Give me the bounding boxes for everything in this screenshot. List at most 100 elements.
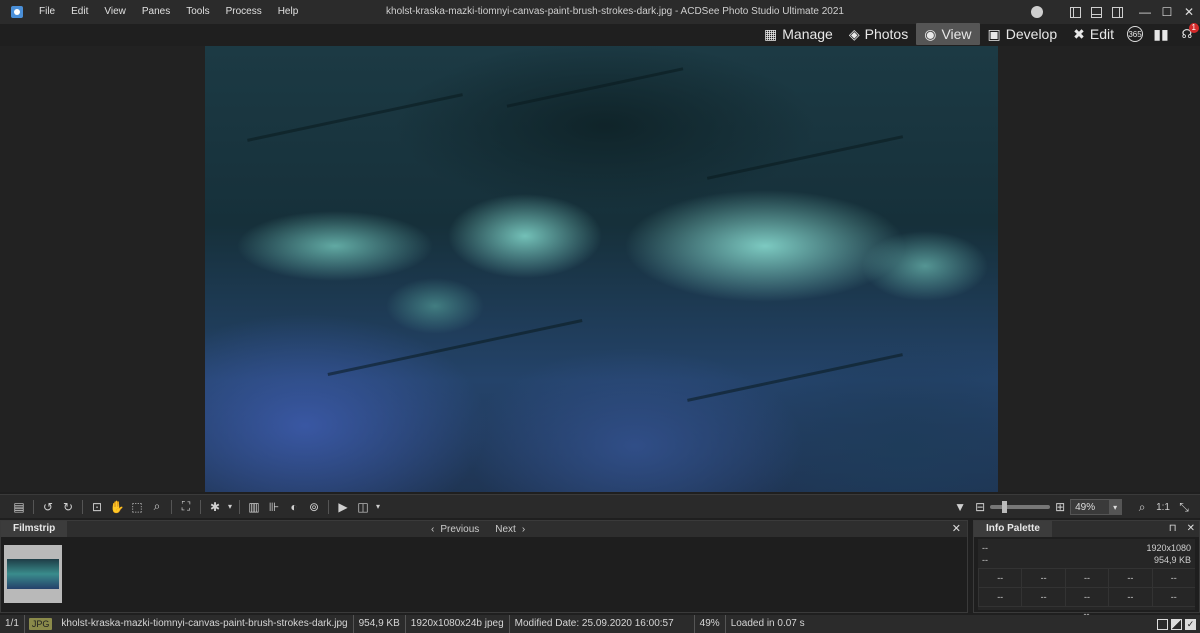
status-filesize: 954,9 KB (354, 615, 406, 633)
acdsee-365-icon: 365 (1127, 26, 1143, 42)
zoom-preset-icon[interactable]: ▼ (951, 498, 969, 516)
eye-icon: ◉ (924, 25, 937, 42)
window-controls: — ☐ ✕ (1031, 0, 1200, 24)
paint-stroke (327, 319, 583, 376)
mode-develop[interactable]: ▣ Develop (980, 23, 1066, 45)
previous-button[interactable]: Previous (440, 524, 479, 535)
pin-icon[interactable]: ⊓ (1169, 521, 1177, 537)
info-palette-content: -- 1920x1080 -- 954,9 KB -- -- -- -- -- … (978, 539, 1195, 619)
chevron-down-icon[interactable]: ▾ (1109, 500, 1122, 514)
bar-chart-icon: ▮▮ (1153, 25, 1169, 42)
title-bar: File Edit View Panes Tools Process Help … (0, 0, 1200, 24)
fit-to-window-icon[interactable]: ⤡ (1175, 498, 1193, 516)
displayed-photo[interactable] (205, 46, 998, 492)
menu-process[interactable]: Process (218, 0, 270, 24)
paint-stroke (706, 135, 904, 180)
settings-gear-icon[interactable]: ✱ (206, 498, 224, 516)
info-cell: -- (1151, 568, 1195, 587)
info-palette-close-button[interactable]: ✕ (1187, 521, 1195, 537)
filmstrip-pane: Filmstrip ‹ Previous Next › ✕ (0, 520, 968, 613)
mode-edit[interactable]: ✖ Edit (1065, 23, 1122, 45)
filmstrip-close-button[interactable]: ✕ (952, 521, 961, 537)
menu-bar: File Edit View Panes Tools Process Help (31, 0, 306, 24)
color-wheel-icon[interactable]: ◐ (285, 498, 303, 516)
maximize-button[interactable]: ☐ (1156, 0, 1178, 24)
filmstrip-header: Filmstrip ‹ Previous Next › ✕ (1, 521, 967, 537)
layout-bottom-pane-icon[interactable] (1091, 6, 1102, 18)
info-palette-pane: Info Palette ⊓ ✕ -- 1920x1080 -- 954,9 K… (973, 520, 1200, 619)
toolbar-divider (171, 499, 172, 514)
info-palette-tab[interactable]: Info Palette (974, 521, 1052, 537)
zoom-level-select[interactable]: 49% ▾ (1070, 499, 1123, 515)
mode-view[interactable]: ◉ View (916, 23, 980, 45)
filmstrip-tab[interactable]: Filmstrip (1, 521, 68, 537)
zoom-slider-thumb[interactable] (1002, 501, 1008, 513)
mode-photos-label: Photos (864, 26, 909, 42)
zoom-out-icon[interactable]: ⊟ (974, 498, 986, 516)
menu-view[interactable]: View (96, 0, 134, 24)
chevron-down-icon[interactable]: ▾ (226, 498, 234, 516)
magnifier-icon[interactable]: ⌕ (1133, 498, 1151, 516)
minimize-button[interactable]: — (1134, 0, 1156, 24)
next-button[interactable]: Next (495, 524, 516, 535)
layers-icon[interactable]: ◫ (354, 498, 372, 516)
app-logo-icon[interactable] (11, 6, 23, 18)
info-field-left: -- (982, 555, 988, 565)
save-icon[interactable]: ▤ (10, 498, 28, 516)
menu-help[interactable]: Help (270, 0, 307, 24)
menu-edit[interactable]: Edit (63, 0, 96, 24)
menu-tools[interactable]: Tools (178, 0, 217, 24)
close-button[interactable]: ✕ (1178, 0, 1200, 24)
filmstrip-thumbnail[interactable] (4, 545, 62, 603)
actual-size-button[interactable]: 1:1 (1156, 498, 1170, 516)
photos-icon: ◈ (848, 25, 860, 42)
view-mode-check-icon[interactable]: ✓ (1185, 618, 1196, 630)
view-mode-normal-icon[interactable] (1157, 618, 1168, 630)
layout-left-pane-icon[interactable] (1070, 6, 1081, 18)
info-cell: -- (1021, 587, 1065, 606)
image-viewer[interactable] (0, 46, 1200, 492)
viewer-toolbar: ▤ ↺ ↻ ⊡ ✋ ⬚ ⌕ ⛶ ✱ ▾ ▥ ⊪ ◐ ⊚ ▶ ◫ ▾ ▼ ⊟ ⊞ … (0, 494, 1200, 518)
chevron-right-icon[interactable]: › (522, 524, 525, 535)
select-icon[interactable]: ⬚ (128, 498, 146, 516)
status-file-index: 1/1 (0, 615, 25, 633)
hand-pan-icon[interactable]: ✋ (108, 498, 126, 516)
zoom-in-icon[interactable]: ⊞ (1054, 498, 1066, 516)
zoom-level-value: 49% (1075, 501, 1096, 513)
info-cell: -- (978, 568, 1022, 587)
dashboard-button[interactable]: ▮▮ (1148, 23, 1174, 45)
mode-photos[interactable]: ◈ Photos (841, 23, 916, 45)
acdsee-365-button[interactable]: 365 (1122, 23, 1148, 45)
crop-icon[interactable]: ⊡ (88, 498, 106, 516)
mode-view-label: View (941, 26, 972, 42)
rotate-left-icon[interactable]: ↺ (39, 498, 57, 516)
adjust-sliders-icon[interactable]: ⊪ (265, 498, 283, 516)
info-exif-grid: -- -- -- -- -- -- -- -- -- -- (978, 568, 1195, 606)
zoom-slider[interactable] (990, 501, 1051, 513)
paint-stroke (247, 93, 463, 142)
thumbnail-image (7, 559, 59, 589)
mode-edit-label: Edit (1089, 26, 1114, 42)
view-mode-split-icon[interactable] (1171, 618, 1182, 630)
notifications-button[interactable]: ☊ 1 (1174, 23, 1200, 45)
chevron-down-icon[interactable]: ▾ (374, 498, 382, 516)
menu-panes[interactable]: Panes (134, 0, 178, 24)
menu-file[interactable]: File (31, 0, 63, 24)
fullscreen-icon[interactable]: ⛶ (177, 498, 195, 516)
mode-develop-label: Develop (1005, 26, 1058, 42)
mode-bar: ▦ Manage ◈ Photos ◉ View ▣ Develop ✖ Edi… (0, 22, 1200, 46)
face-detect-icon[interactable]: ⊚ (305, 498, 323, 516)
info-cell: -- (1108, 568, 1152, 587)
chevron-left-icon[interactable]: ‹ (431, 524, 434, 535)
play-slideshow-icon[interactable]: ▶ (334, 498, 352, 516)
user-account-icon[interactable] (1031, 6, 1043, 18)
layout-right-pane-icon[interactable] (1112, 6, 1123, 18)
mode-manage-label: Manage (782, 26, 833, 42)
info-cell: -- (1064, 587, 1109, 606)
zoom-icon[interactable]: ⌕ (148, 498, 166, 516)
compare-icon[interactable]: ▥ (245, 498, 263, 516)
mode-manage[interactable]: ▦ Manage (756, 23, 841, 45)
toolbar-divider (239, 499, 240, 514)
toolbar-divider (328, 499, 329, 514)
rotate-right-icon[interactable]: ↻ (59, 498, 77, 516)
